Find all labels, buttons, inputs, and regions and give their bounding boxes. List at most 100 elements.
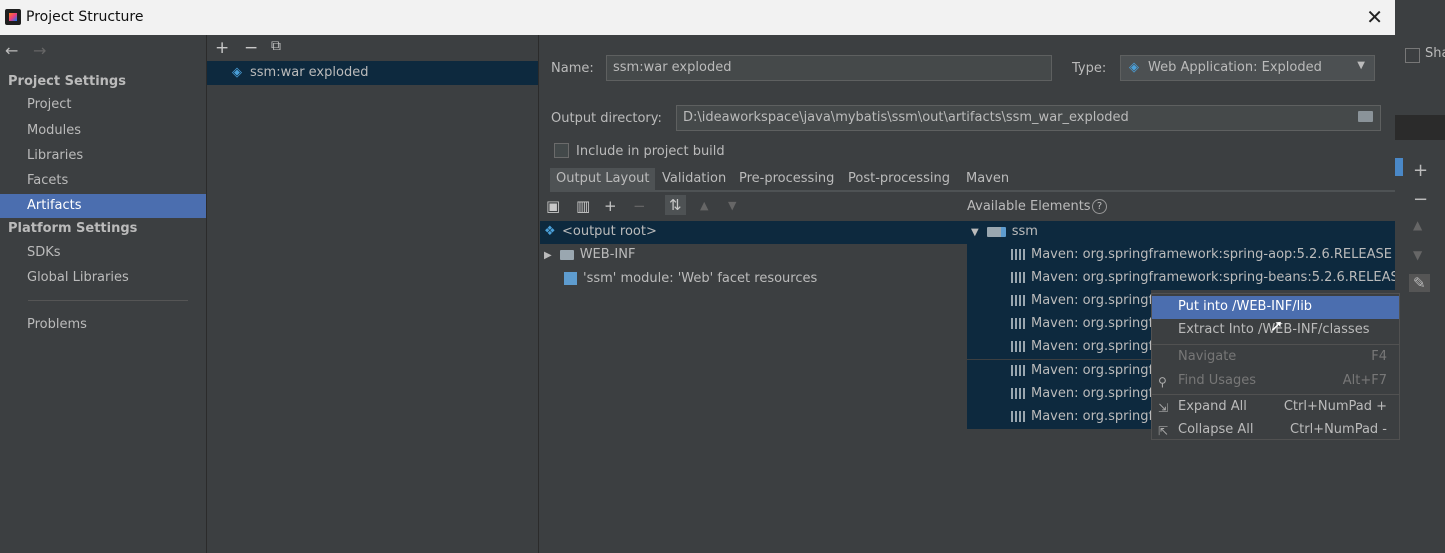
tab-validation[interactable]: Validation <box>656 168 732 192</box>
background-remove-icon[interactable]: − <box>1413 189 1428 210</box>
list-item[interactable]: Maven: org.springf <box>967 290 1151 313</box>
menu-item-label: Put into /WEB-INF/lib <box>1178 299 1313 314</box>
artifact-list-item[interactable]: ◈ ssm:war exploded <box>207 61 538 85</box>
type-label: Type: <box>1072 61 1107 76</box>
menu-item-navigate[interactable]: Navigate F4 <box>1152 346 1399 369</box>
menu-item-label: Expand All <box>1178 399 1247 414</box>
nav-item-artifacts[interactable]: Artifacts <box>27 198 82 213</box>
name-field[interactable]: ssm:war exploded <box>606 55 1052 81</box>
menu-item-expand-all[interactable]: ⇲ Expand All Ctrl+NumPad + <box>1152 396 1399 419</box>
list-item[interactable]: Maven: org.springf <box>967 360 1151 383</box>
nav-divider <box>28 300 188 301</box>
sort-elements-icon[interactable]: ⇅ <box>665 195 686 215</box>
maven-library-icon <box>1011 411 1025 422</box>
list-item-label: Maven: org.springf <box>1031 339 1151 354</box>
add-copy-icon[interactable]: + <box>604 197 617 215</box>
tree-row-label: <output root> <box>562 224 657 239</box>
add-artifact-button[interactable]: + <box>215 38 229 58</box>
nav-item-sdks[interactable]: SDKs <box>27 245 61 260</box>
background-up-icon[interactable]: ▲ <box>1413 218 1422 232</box>
list-item[interactable]: Maven: org.springframework:spring-aop:5.… <box>967 244 1395 267</box>
search-icon: ⚲ <box>1158 375 1167 389</box>
tab-post-processing[interactable]: Post-processing <box>842 168 956 192</box>
nav-item-problems[interactable]: Problems <box>27 317 87 332</box>
background-add-icon[interactable]: + <box>1413 160 1428 181</box>
available-elements-header: Available Elements <box>967 199 1091 214</box>
forward-arrow-icon[interactable]: → <box>33 41 46 60</box>
create-directory-icon[interactable]: ▣ <box>546 197 560 215</box>
tab-output-layout[interactable]: Output Layout <box>550 168 656 192</box>
background-edit-icon[interactable]: ✎ <box>1409 274 1430 292</box>
move-up-icon[interactable]: ▲ <box>700 199 708 212</box>
nav-item-project[interactable]: Project <box>27 97 71 112</box>
intellij-app-icon <box>5 9 21 25</box>
list-item-label: Maven: org.springframework:spring-beans:… <box>1031 270 1395 285</box>
menu-item-collapse-all[interactable]: ⇱ Collapse All Ctrl+NumPad - <box>1152 419 1399 442</box>
nav-item-modules[interactable]: Modules <box>27 123 81 138</box>
browse-folder-icon[interactable] <box>1358 111 1373 122</box>
maven-library-icon <box>1011 249 1025 260</box>
share-label: Sha <box>1425 46 1445 61</box>
create-archive-icon[interactable]: ▥ <box>576 197 590 215</box>
output-root-icon: ❖ <box>544 223 556 239</box>
tree-row-facet-resources[interactable]: 'ssm' module: 'Web' facet resources <box>540 268 967 291</box>
output-directory-value: D:\ideaworkspace\java\mybatis\ssm\out\ar… <box>683 110 1129 125</box>
share-checkbox[interactable] <box>1405 48 1420 63</box>
list-item[interactable]: Maven: org.springf <box>967 336 1151 359</box>
output-directory-field[interactable]: D:\ideaworkspace\java\mybatis\ssm\out\ar… <box>676 105 1381 131</box>
type-select-value: Web Application: Exploded <box>1148 60 1322 75</box>
window-title: Project Structure <box>26 9 144 25</box>
close-icon[interactable]: ✕ <box>1366 5 1383 29</box>
tree-row-output-root[interactable]: ❖ <output root> <box>540 221 967 244</box>
background-selection-marker <box>1395 158 1403 176</box>
tree-row-web-inf[interactable]: ▶ WEB-INF <box>540 244 967 267</box>
remove-artifact-button[interactable]: − <box>244 38 258 58</box>
list-item-label: Maven: org.springf <box>1031 316 1151 331</box>
type-select[interactable]: ◈ Web Application: Exploded ▼ <box>1120 55 1375 81</box>
tree-row-module-ssm[interactable]: ▼ ssm <box>967 221 1395 244</box>
folder-icon <box>559 249 574 260</box>
tab-pre-processing[interactable]: Pre-processing <box>733 168 840 192</box>
tree-row-label: ssm <box>1011 224 1038 239</box>
expand-arrow-icon[interactable]: ▶ <box>544 250 552 261</box>
list-item[interactable]: Maven: org.springframework:spring-beans:… <box>967 267 1395 290</box>
menu-item-find-usages[interactable]: ⚲ Find Usages Alt+F7 <box>1152 370 1399 393</box>
list-item-label: Maven: org.springf <box>1031 386 1151 401</box>
tab-maven[interactable]: Maven <box>960 168 1015 192</box>
maven-library-icon <box>1011 272 1025 283</box>
nav-item-libraries[interactable]: Libraries <box>27 148 83 163</box>
move-down-icon[interactable]: ▼ <box>728 199 736 212</box>
list-item-label: Maven: org.springframework:spring-aop:5.… <box>1031 247 1395 262</box>
web-artifact-icon: ◈ <box>232 65 242 80</box>
output-directory-label: Output directory: <box>551 111 662 126</box>
copy-artifact-button[interactable]: ⧉ <box>271 38 281 54</box>
remove-icon[interactable]: − <box>633 197 646 215</box>
menu-separator <box>1152 344 1399 345</box>
list-item[interactable]: Maven: org.springf <box>967 383 1151 406</box>
list-item[interactable]: Maven: org.springf <box>967 406 1151 429</box>
include-in-build-checkbox[interactable] <box>554 143 569 158</box>
web-app-type-icon: ◈ <box>1129 60 1139 75</box>
back-arrow-icon[interactable]: ← <box>5 41 18 60</box>
menu-item-shortcut: Ctrl+NumPad - <box>1290 422 1387 437</box>
nav-item-global-libraries[interactable]: Global Libraries <box>27 270 129 285</box>
maven-library-icon <box>1011 341 1025 352</box>
platform-settings-header: Platform Settings <box>8 221 138 236</box>
maven-library-icon <box>1011 365 1025 376</box>
project-settings-header: Project Settings <box>8 74 126 89</box>
menu-item-label: Collapse All <box>1178 422 1254 437</box>
chevron-down-icon: ▼ <box>1357 60 1365 71</box>
collapse-arrow-icon[interactable]: ▼ <box>971 227 979 238</box>
background-down-icon[interactable]: ▼ <box>1413 248 1422 262</box>
menu-separator <box>1152 394 1399 395</box>
tree-row-label: WEB-INF <box>579 247 636 262</box>
list-item[interactable]: Maven: org.springf <box>967 313 1151 336</box>
artifact-item-label: ssm:war exploded <box>250 65 369 80</box>
name-label: Name: <box>551 61 594 76</box>
title-bar: Project Structure ✕ <box>0 0 1395 35</box>
help-icon[interactable]: ? <box>1092 199 1107 214</box>
mouse-cursor-icon: ➚ <box>1270 316 1284 335</box>
settings-nav: ← → Project Settings Project Modules Lib… <box>0 35 207 553</box>
output-layout-tree: ▣ ▥ + − ⇅ ▲ ▼ ❖ <output root> ▶ WEB-INF 's… <box>540 193 967 553</box>
nav-item-facets[interactable]: Facets <box>27 173 68 188</box>
